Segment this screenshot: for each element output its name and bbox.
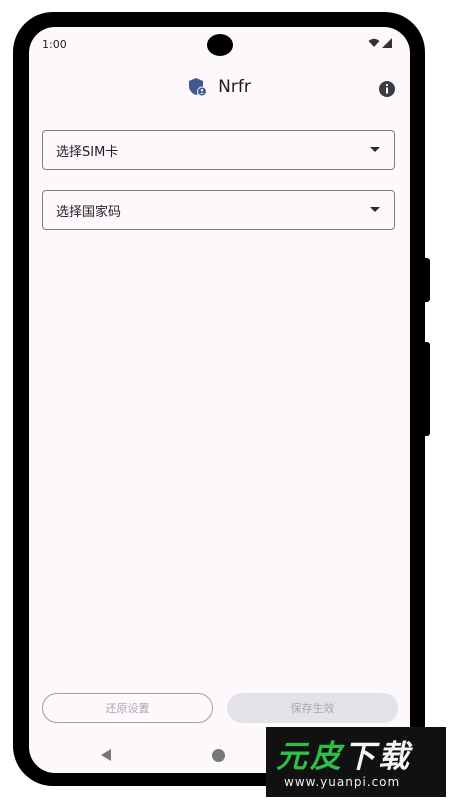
sim-card-select[interactable]: 选择SIM卡 — [42, 130, 395, 170]
status-time: 1:00 — [42, 38, 67, 51]
country-code-select-label: 选择国家码 — [56, 204, 122, 220]
country-code-select[interactable]: 选择国家码 — [42, 190, 395, 230]
save-apply-button[interactable]: 保存生效 — [227, 693, 398, 723]
wifi-icon — [368, 38, 380, 47]
status-bar: 1:00 — [29, 27, 410, 61]
chevron-down-icon — [370, 147, 380, 152]
app-bar: Nrfr — [29, 71, 410, 107]
watermark-brand-part2: 下载 — [344, 739, 412, 775]
signal-icon — [382, 38, 392, 48]
phone-screen: 1:00 Nrfr 选择SIM卡 选择国家码 还原设置 保存生效 — [29, 27, 410, 773]
nav-home-icon[interactable] — [212, 749, 225, 762]
app-title-group: Nrfr — [29, 77, 410, 97]
chevron-down-icon — [370, 207, 380, 212]
sim-card-select-label: 选择SIM卡 — [56, 144, 119, 160]
watermark-brand-part1: 元皮 — [276, 739, 344, 775]
shield-icon — [189, 78, 208, 97]
watermark-brand: 元皮下载 — [276, 731, 412, 776]
nav-back-icon[interactable] — [101, 749, 111, 761]
status-icons — [368, 38, 392, 48]
watermark-url: www.yuanpi.com — [284, 775, 401, 789]
app-title: Nrfr — [218, 77, 251, 97]
info-icon[interactable] — [378, 80, 396, 98]
reset-settings-button[interactable]: 还原设置 — [42, 693, 213, 723]
watermark-logo: 元皮下载 www.yuanpi.com — [266, 727, 446, 797]
